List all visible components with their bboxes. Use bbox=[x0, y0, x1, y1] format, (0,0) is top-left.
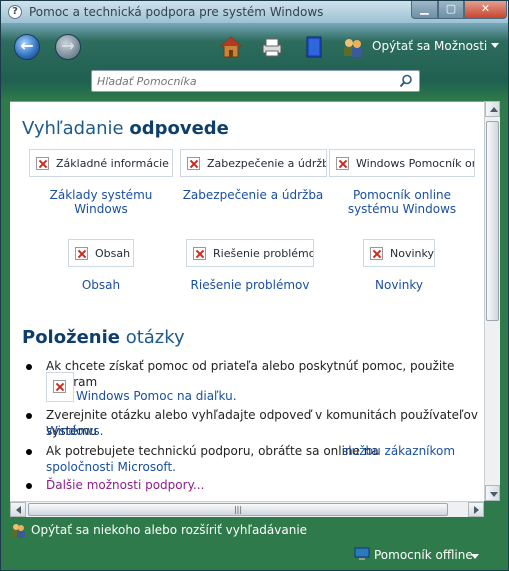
link-troubleshooting[interactable]: Riešenie problémov bbox=[178, 278, 322, 292]
options-menu[interactable]: Možnosti bbox=[434, 39, 487, 53]
vertical-scrollbar[interactable] bbox=[484, 101, 500, 501]
broken-image-icon bbox=[370, 247, 383, 260]
link-contents[interactable]: Obsah bbox=[60, 278, 142, 292]
tile-troubleshooting[interactable]: Riešenie problémov bbox=[186, 239, 314, 267]
broken-image-icon bbox=[36, 157, 49, 170]
arrow-left-icon bbox=[16, 506, 21, 514]
scroll-right-button[interactable] bbox=[468, 502, 484, 517]
broken-image-icon bbox=[336, 157, 349, 170]
link-more-support-options[interactable]: Ďalšie možnosti podpory... bbox=[46, 477, 204, 493]
arrow-down-icon bbox=[490, 492, 498, 497]
window-title: Pomoc a technická podpora pre systém Win… bbox=[29, 5, 324, 19]
section-find-answer-title: Vyhľadanie odpovede bbox=[22, 118, 229, 139]
bullet-text-support: Ak potrebujete technickú podporu, obráťt… bbox=[46, 444, 379, 458]
ask-button[interactable]: Opýtať sa bbox=[372, 39, 430, 53]
maximize-button[interactable]: ▢ bbox=[438, 1, 464, 19]
search-box[interactable] bbox=[91, 70, 420, 92]
section-ask-question-title: Položenie otázky bbox=[22, 327, 185, 348]
close-button[interactable]: ✕ bbox=[464, 1, 507, 19]
search-icon[interactable] bbox=[399, 74, 413, 88]
help-question-icon: ? bbox=[8, 5, 22, 19]
horizontal-scroll-thumb[interactable]: ||| bbox=[28, 503, 448, 516]
computer-icon bbox=[354, 547, 370, 560]
offline-help-menu[interactable]: Pomocník offline bbox=[354, 546, 480, 564]
tile-security[interactable]: Zabezpečenie a údržba bbox=[180, 149, 327, 177]
link-online-help[interactable]: Pomocník online systému Windows bbox=[327, 188, 477, 216]
scroll-up-button[interactable] bbox=[485, 101, 500, 117]
link-customer-service[interactable]: službu zákazníkom bbox=[342, 443, 455, 459]
browse-help-icon[interactable] bbox=[302, 35, 326, 59]
bullet bbox=[26, 483, 32, 489]
link-security[interactable]: Zabezpečenie a údržba bbox=[178, 188, 328, 202]
bullet bbox=[26, 364, 32, 370]
minimize-button[interactable]: ▁ bbox=[411, 1, 438, 19]
scroll-left-button[interactable] bbox=[10, 502, 26, 517]
bullet-text-remote-assist: Ak chcete získať pomoc od priateľa alebo… bbox=[46, 359, 455, 389]
link-windows-basics[interactable]: Základy systému Windows bbox=[25, 188, 177, 216]
link-windows-communities[interactable]: Windows. bbox=[46, 423, 103, 439]
ask-people-icon bbox=[12, 524, 25, 538]
link-remote-assistance[interactable]: Windows Pomoc na diaľku. bbox=[76, 388, 237, 404]
ask-status-text[interactable]: Opýtať sa niekoho alebo rozšíriť vyhľadá… bbox=[31, 523, 307, 537]
arrow-right-icon bbox=[474, 506, 479, 514]
bullet bbox=[26, 449, 32, 455]
title-bar[interactable]: ? Pomoc a technická podpora pre systém W… bbox=[1, 1, 508, 23]
tile-whats-new[interactable]: Novinky bbox=[363, 239, 435, 267]
help-content: Vyhľadanie odpovede Základné informácie … bbox=[10, 101, 484, 501]
remote-assist-image bbox=[46, 372, 74, 402]
bullet bbox=[26, 413, 32, 419]
broken-image-icon bbox=[53, 380, 66, 393]
home-icon[interactable] bbox=[219, 35, 243, 59]
bottom-status-bar: Pomocník offline bbox=[1, 541, 508, 571]
scroll-down-button[interactable] bbox=[485, 485, 500, 501]
arrow-up-icon bbox=[490, 107, 498, 112]
tile-windows-basics[interactable]: Základné informácie o sy bbox=[29, 149, 173, 177]
tile-online-help[interactable]: Windows Pomocník onl bbox=[329, 149, 475, 177]
tile-contents[interactable]: Obsah bbox=[68, 239, 134, 267]
toolbar: ← → Opýtať sa Možnosti bbox=[1, 25, 508, 67]
link-whats-new[interactable]: Novinky bbox=[355, 278, 443, 292]
chevron-down-icon bbox=[471, 554, 479, 559]
horizontal-scrollbar[interactable]: ||| bbox=[10, 501, 484, 517]
bullet-text-community: Zverejnite otázku alebo vyhľadajte odpov… bbox=[46, 408, 478, 438]
vertical-scroll-thumb[interactable] bbox=[486, 121, 499, 321]
broken-image-icon bbox=[75, 247, 88, 260]
ask-status-bar[interactable]: Opýtať sa niekoho alebo rozšíriť vyhľadá… bbox=[1, 519, 508, 541]
help-window: ? Pomoc a technická podpora pre systém W… bbox=[0, 0, 509, 571]
back-button[interactable]: ← bbox=[14, 34, 40, 60]
ask-people-icon[interactable] bbox=[341, 35, 365, 59]
forward-button[interactable]: → bbox=[55, 34, 81, 60]
print-icon[interactable] bbox=[260, 35, 284, 59]
chevron-down-icon[interactable] bbox=[491, 43, 499, 48]
broken-image-icon bbox=[193, 247, 206, 260]
search-input[interactable] bbox=[97, 73, 387, 89]
link-microsoft[interactable]: spoločnosti Microsoft. bbox=[46, 459, 176, 475]
broken-image-icon bbox=[187, 157, 200, 170]
